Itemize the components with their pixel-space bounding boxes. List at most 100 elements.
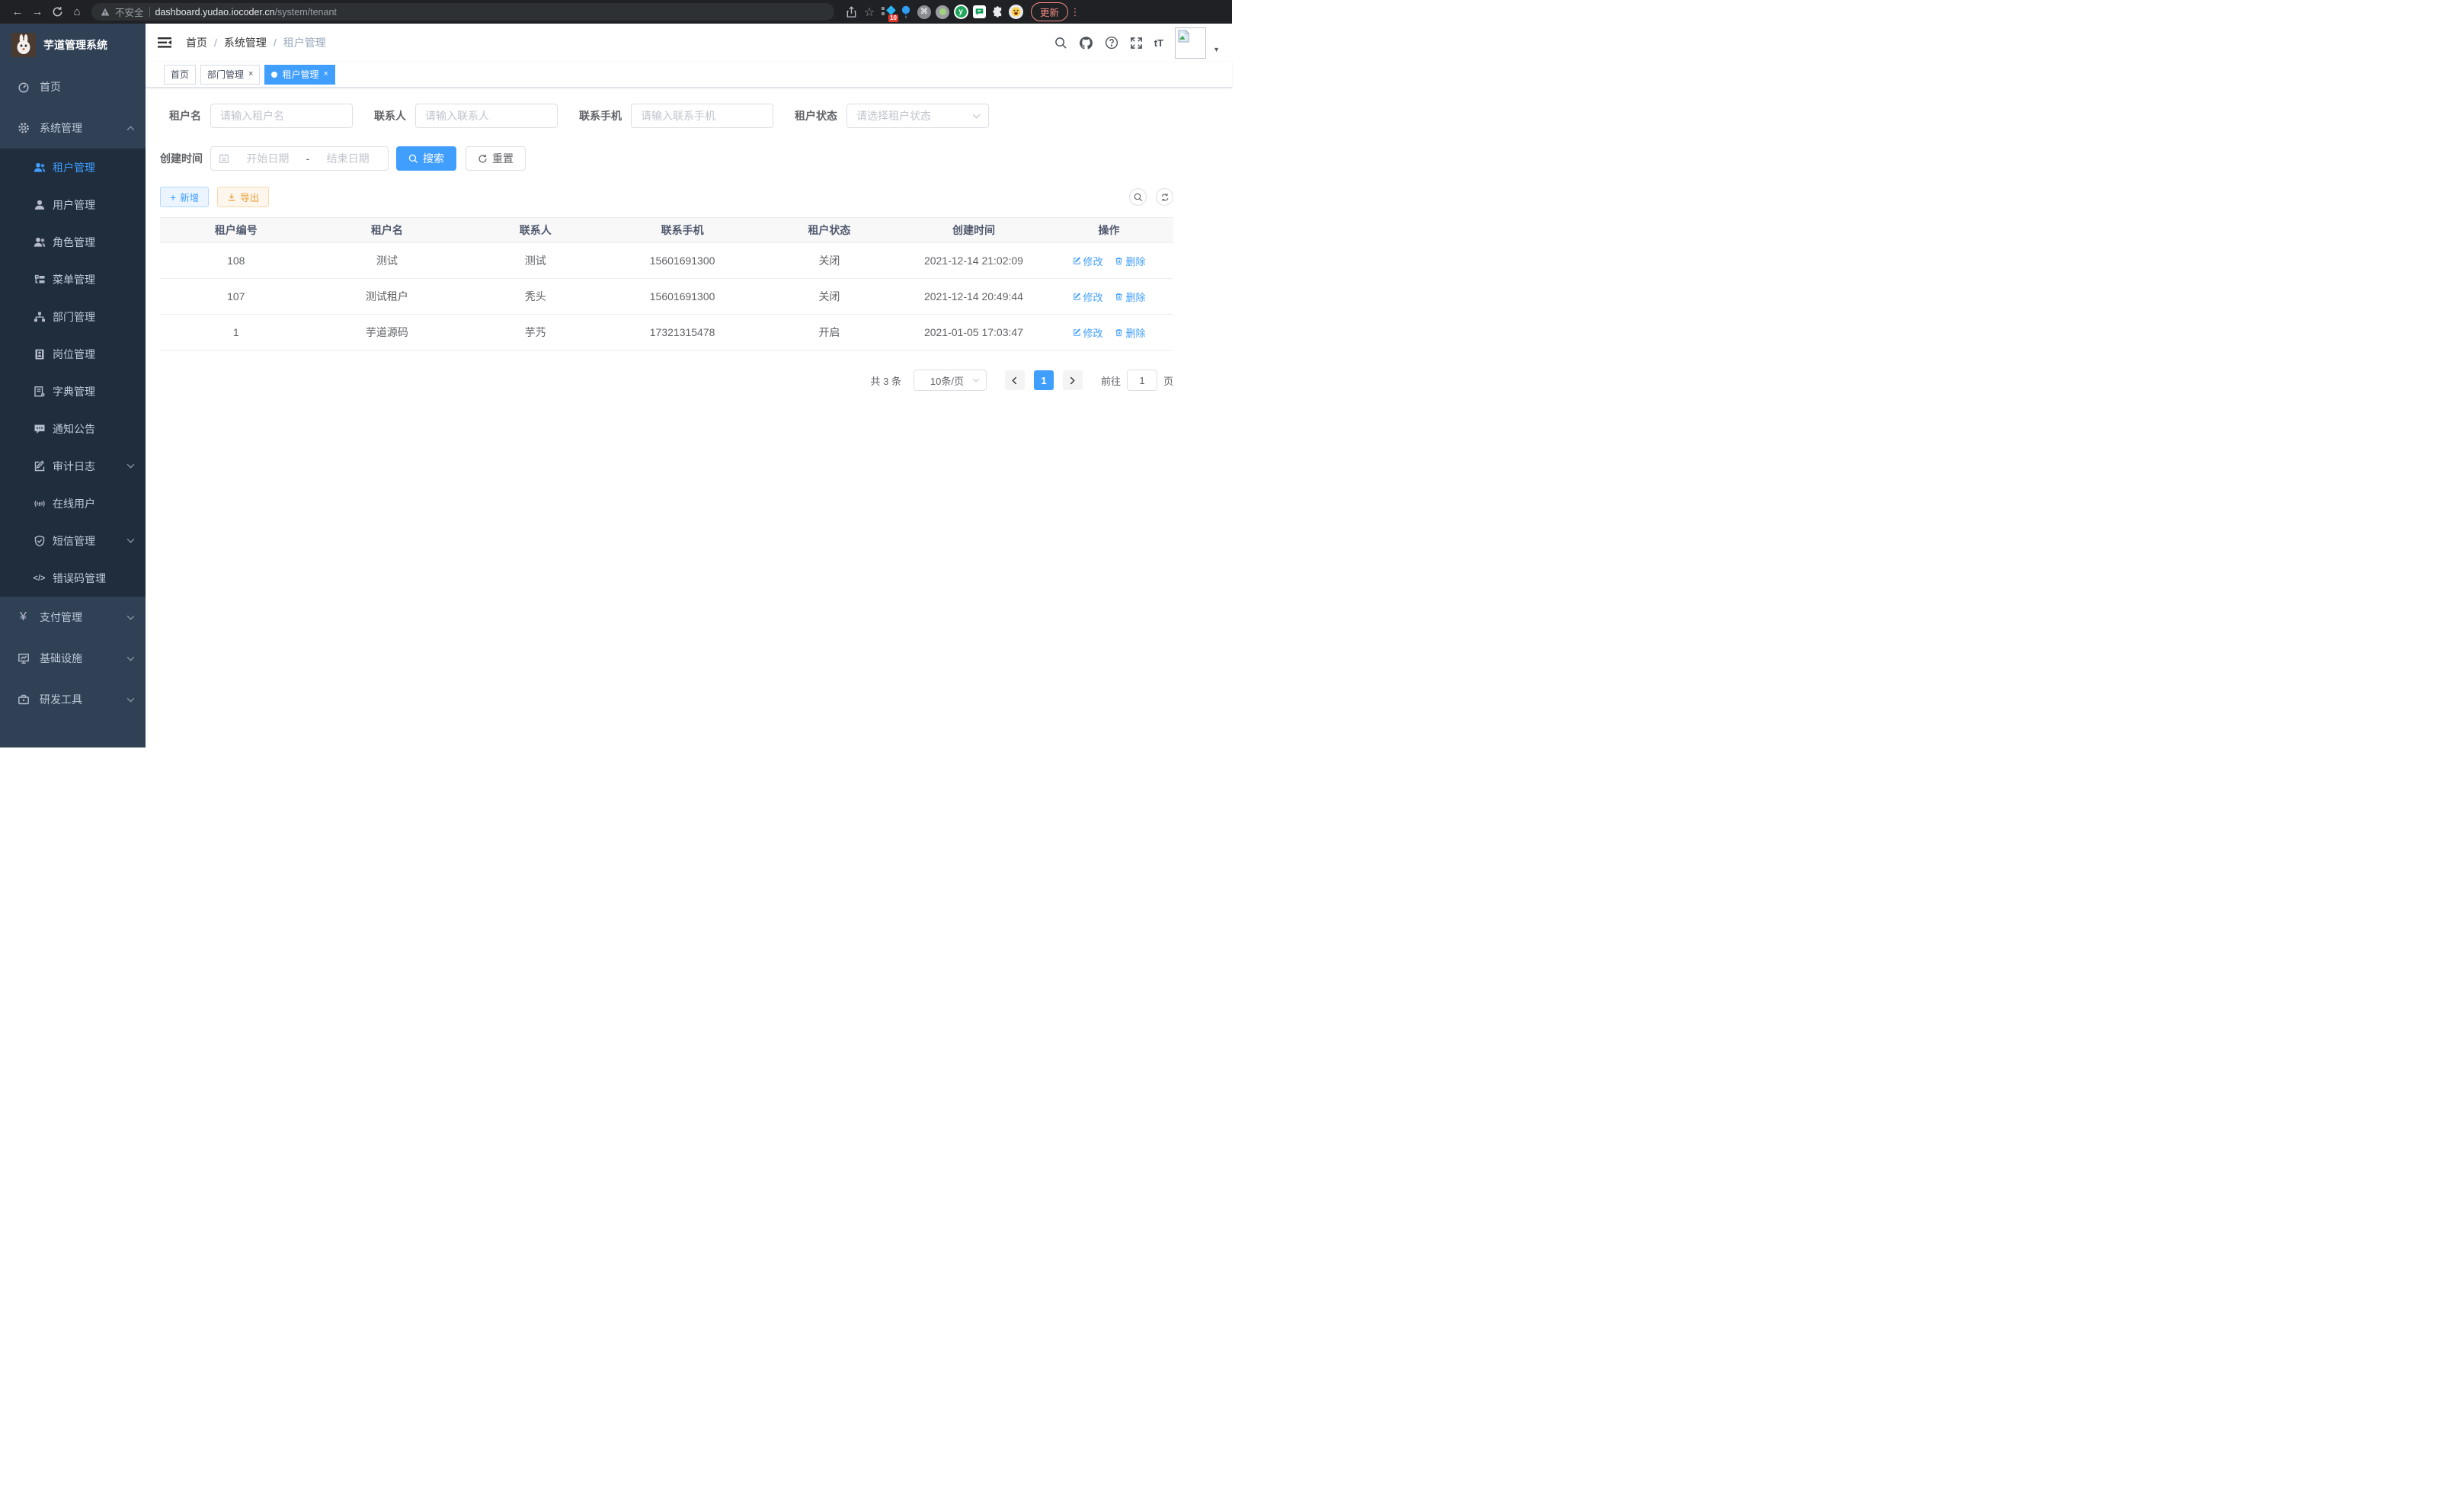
mobile-label: 联系手机 bbox=[579, 108, 622, 123]
github-icon[interactable] bbox=[1079, 36, 1093, 50]
delete-link[interactable]: 删除 bbox=[1115, 254, 1145, 268]
close-icon[interactable]: × bbox=[248, 70, 253, 78]
edit-link[interactable]: 修改 bbox=[1073, 254, 1103, 268]
sidebar-item-dev-tools[interactable]: 研发工具 bbox=[0, 679, 146, 720]
extension-tag-manager-icon[interactable]: 10 bbox=[879, 4, 896, 21]
export-button[interactable]: 导出 bbox=[217, 187, 269, 207]
delete-link[interactable]: 删除 bbox=[1115, 290, 1145, 304]
goto-page-input[interactable] bbox=[1127, 370, 1157, 391]
sidebar-item-error-code[interactable]: </> 错误码管理 bbox=[0, 559, 146, 597]
app-logo[interactable]: 芋道管理系统 bbox=[0, 24, 146, 66]
sidebar-item-pay[interactable]: ¥ 支付管理 bbox=[0, 597, 146, 638]
extension-chat-icon[interactable] bbox=[971, 4, 987, 21]
sidebar-item-home[interactable]: 首页 bbox=[0, 66, 146, 107]
sidebar-item-online-user[interactable]: 在线用户 bbox=[0, 485, 146, 522]
fullscreen-icon[interactable] bbox=[1130, 37, 1143, 50]
delete-link[interactable]: 删除 bbox=[1115, 325, 1145, 340]
navbar-actions: tT ▼ bbox=[1054, 27, 1220, 59]
prev-page-button[interactable] bbox=[1005, 370, 1025, 390]
cell-contact: 秃头 bbox=[462, 289, 609, 304]
chevron-down-icon bbox=[126, 538, 135, 543]
dictionary-icon bbox=[33, 386, 46, 398]
col-header-actions: 操作 bbox=[1045, 222, 1173, 238]
sidebar-item-dict[interactable]: 字典管理 bbox=[0, 373, 146, 410]
cell-actions: 修改 删除 bbox=[1045, 325, 1173, 340]
refresh-table-button[interactable] bbox=[1156, 188, 1173, 206]
browser-reload-icon[interactable] bbox=[47, 3, 67, 21]
status-select[interactable]: 请选择租户状态 bbox=[846, 104, 989, 128]
header-search-icon[interactable] bbox=[1054, 37, 1067, 50]
cell-status: 关闭 bbox=[756, 253, 903, 268]
page-unit-label: 页 bbox=[1163, 373, 1173, 388]
cell-created: 2021-01-05 17:03:47 bbox=[903, 326, 1045, 338]
tab-dept[interactable]: 部门管理 × bbox=[200, 65, 260, 85]
sidebar-item-role[interactable]: 角色管理 bbox=[0, 223, 146, 261]
chrome-menu-icon[interactable]: ⋮ bbox=[1070, 6, 1080, 18]
reset-button[interactable]: 重置 bbox=[466, 146, 526, 171]
mobile-input[interactable] bbox=[631, 104, 773, 128]
sidebar-item-infra[interactable]: 基础设施 bbox=[0, 638, 146, 679]
browser-back-icon[interactable]: ← bbox=[8, 3, 27, 21]
page-number-1[interactable]: 1 bbox=[1034, 370, 1054, 390]
sidebar-item-user[interactable]: 用户管理 bbox=[0, 186, 146, 223]
browser-home-icon[interactable]: ⌂ bbox=[67, 3, 87, 21]
user-avatar[interactable] bbox=[1175, 27, 1206, 59]
table-row: 108 测试 测试 15601691300 关闭 2021-12-14 21:0… bbox=[160, 243, 1173, 279]
extension-y-icon[interactable]: y bbox=[952, 4, 969, 21]
edit-icon bbox=[1073, 257, 1081, 265]
sidebar-item-sms[interactable]: 短信管理 bbox=[0, 522, 146, 559]
add-button[interactable]: + 新增 bbox=[160, 187, 209, 207]
avatar-dropdown-caret-icon[interactable]: ▼ bbox=[1213, 46, 1220, 53]
date-range-picker[interactable]: 开始日期 - 结束日期 bbox=[210, 146, 389, 171]
close-icon[interactable]: × bbox=[323, 70, 328, 78]
sidebar-item-dept[interactable]: 部门管理 bbox=[0, 298, 146, 335]
sidebar-item-audit-log[interactable]: 审计日志 bbox=[0, 447, 146, 485]
trash-icon bbox=[1115, 328, 1123, 337]
chrome-update-button[interactable]: 更新 bbox=[1031, 2, 1068, 21]
contact-input[interactable] bbox=[415, 104, 558, 128]
cell-id: 108 bbox=[160, 255, 312, 267]
gear-icon bbox=[17, 122, 30, 134]
sidebar-system-submenu: 租户管理 用户管理 角色管理 bbox=[0, 149, 146, 597]
extensions-puzzle-icon[interactable] bbox=[989, 4, 1006, 21]
cell-id: 1 bbox=[160, 326, 312, 338]
tenant-name-input[interactable] bbox=[210, 104, 353, 128]
security-label: 不安全 bbox=[115, 5, 144, 19]
next-page-button[interactable] bbox=[1063, 370, 1083, 390]
search-icon bbox=[1134, 193, 1143, 202]
page-size-select[interactable]: 10条/页 bbox=[914, 370, 987, 391]
breadcrumb-system[interactable]: 系统管理 bbox=[224, 35, 267, 50]
sidebar-item-tenant[interactable]: 租户管理 bbox=[0, 149, 146, 186]
help-icon[interactable] bbox=[1105, 36, 1118, 50]
sidebar-collapse-icon[interactable] bbox=[157, 35, 174, 50]
address-bar[interactable]: 不安全 dashboard.yudao.iocoder.cn/system/te… bbox=[91, 3, 834, 21]
sidebar-item-system[interactable]: 系统管理 bbox=[0, 107, 146, 149]
profile-avatar-icon[interactable] bbox=[1007, 4, 1024, 21]
extension-recorder-icon[interactable] bbox=[934, 4, 951, 21]
bookmark-star-icon[interactable]: ☆ bbox=[860, 3, 878, 21]
app-title: 芋道管理系统 bbox=[43, 37, 107, 53]
search-button[interactable]: 搜索 bbox=[396, 146, 456, 171]
edit-link[interactable]: 修改 bbox=[1073, 325, 1103, 340]
extension-command-icon[interactable]: ⌘ bbox=[916, 4, 933, 21]
tab-tenant[interactable]: 租户管理 × bbox=[264, 65, 334, 85]
edit-link[interactable]: 修改 bbox=[1073, 290, 1103, 304]
sidebar-item-menu[interactable]: 菜单管理 bbox=[0, 261, 146, 298]
chevron-up-icon bbox=[126, 126, 135, 131]
extension-balloon-icon[interactable] bbox=[898, 4, 914, 21]
edit-icon bbox=[1073, 328, 1081, 337]
tab-home[interactable]: 首页 bbox=[164, 65, 196, 85]
cell-created: 2021-12-14 20:49:44 bbox=[903, 290, 1045, 303]
show-search-toggle-button[interactable] bbox=[1129, 188, 1147, 206]
browser-forward-icon[interactable]: → bbox=[27, 3, 47, 21]
font-size-icon[interactable]: tT bbox=[1154, 37, 1163, 49]
create-time-label: 创建时间 bbox=[160, 151, 201, 166]
online-users-icon bbox=[33, 498, 46, 510]
edit-log-icon bbox=[33, 460, 46, 472]
breadcrumb-home[interactable]: 首页 bbox=[186, 35, 207, 50]
sidebar-item-post[interactable]: 岗位管理 bbox=[0, 335, 146, 373]
sidebar: 芋道管理系统 首页 系统管理 bbox=[0, 24, 146, 748]
dashboard-icon bbox=[17, 81, 30, 93]
share-icon[interactable] bbox=[842, 3, 860, 21]
sidebar-item-notice[interactable]: 通知公告 bbox=[0, 410, 146, 447]
